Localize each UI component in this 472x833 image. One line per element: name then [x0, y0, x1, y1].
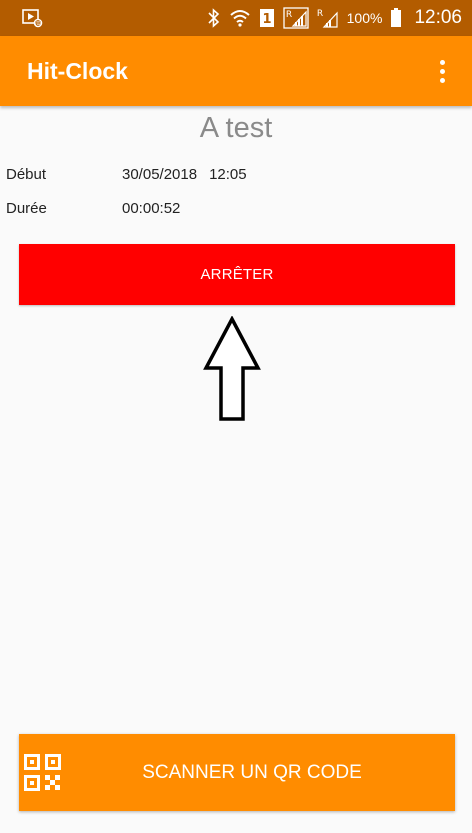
signal-roaming-icon: R: [282, 7, 309, 29]
up-arrow-icon: [203, 316, 261, 421]
overflow-menu-icon[interactable]: [430, 51, 454, 91]
status-time: 12:06: [414, 7, 462, 28]
media-notification-icon: @: [22, 8, 44, 28]
start-time: 12:05: [209, 166, 247, 183]
roaming-label: R: [286, 10, 292, 20]
menu-dot: [439, 68, 445, 74]
start-label: Début: [6, 166, 47, 183]
duration-value: 00:00:52: [122, 200, 181, 217]
task-name: A test: [199, 112, 273, 144]
sim-icon: 1: [259, 8, 275, 28]
signal-icon: R: [317, 7, 339, 29]
wifi-icon: [229, 9, 251, 27]
start-row: Début 30/05/2018 12:05: [6, 166, 466, 183]
roaming-label-2: R: [317, 9, 323, 19]
battery-percent: 100%: [346, 10, 383, 26]
sim-number: 1: [262, 12, 271, 27]
qr-code-icon: [24, 754, 61, 791]
app-title: Hit-Clock: [27, 57, 128, 84]
scan-qr-button[interactable]: SCANNER UN QR CODE: [19, 734, 455, 811]
start-date: 30/05/2018: [122, 166, 198, 183]
bluetooth-icon: [207, 8, 221, 28]
menu-dot: [439, 77, 445, 83]
app-bar: Hit-Clock: [0, 36, 472, 106]
status-bar: @ 1 R R 100% 12:06: [0, 0, 472, 36]
scan-qr-label: SCANNER UN QR CODE: [142, 761, 362, 783]
battery-icon: [390, 8, 402, 28]
svg-text:@: @: [35, 20, 41, 27]
menu-dot: [439, 59, 445, 65]
duration-label: Durée: [6, 200, 47, 217]
stop-button[interactable]: ARRÊTER: [19, 244, 455, 305]
status-notifications: @: [22, 8, 207, 28]
duration-row: Durée 00:00:52: [6, 200, 466, 217]
